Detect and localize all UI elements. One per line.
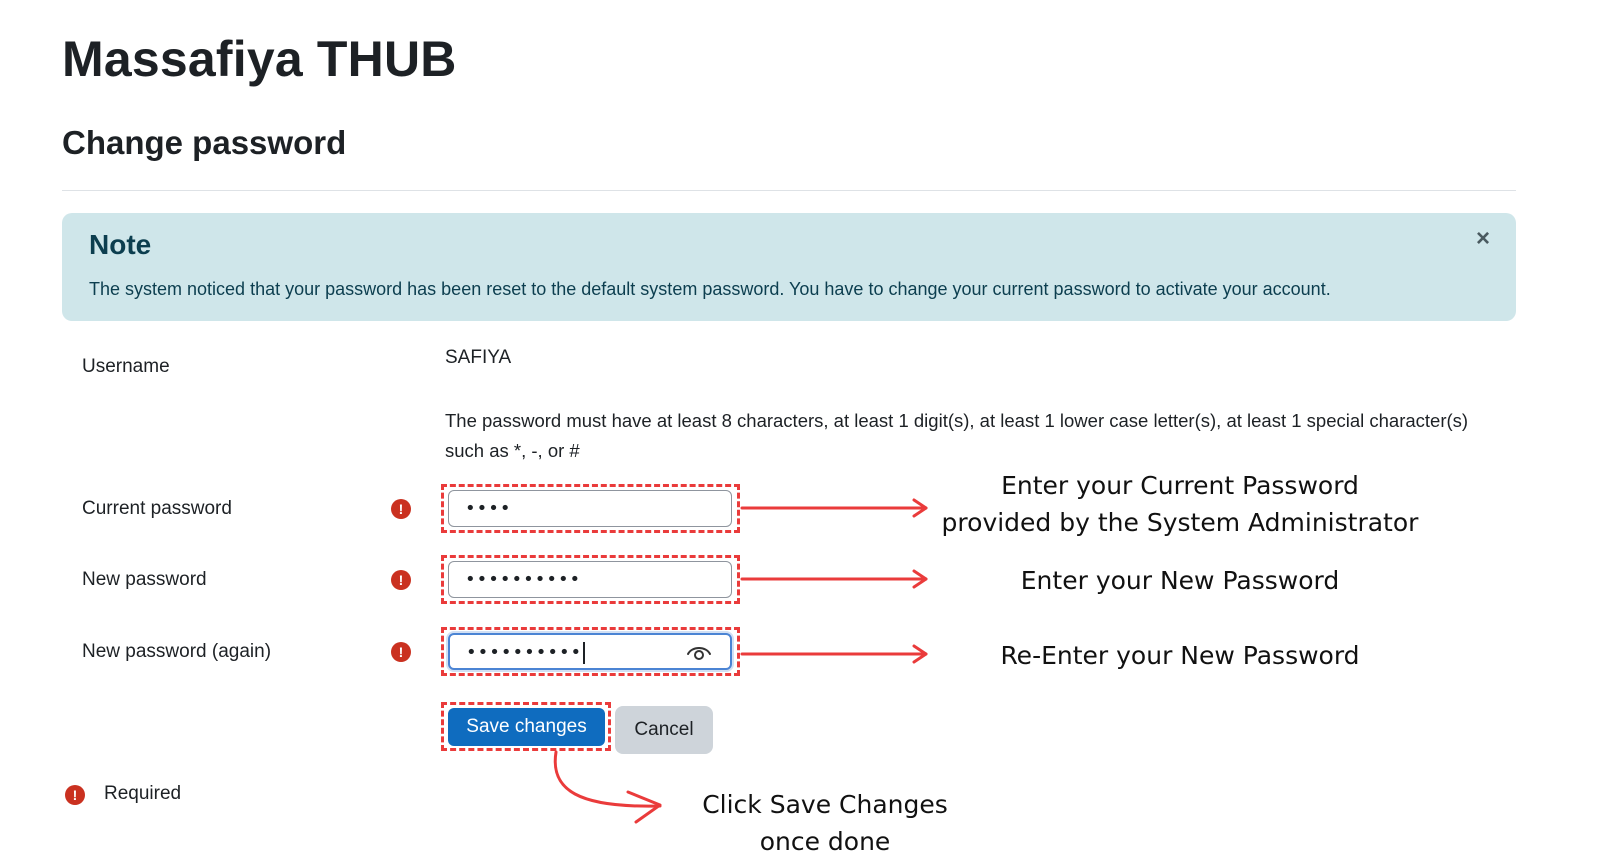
- new-password-again-label: New password (again): [82, 641, 272, 662]
- required-icon: !: [391, 499, 411, 519]
- current-password-value: ••••: [465, 498, 512, 519]
- new-password-value: ••••••••••: [465, 569, 582, 590]
- new-password-again-input[interactable]: ••••••••••: [448, 633, 732, 670]
- annotation-new: Enter your New Password: [1020, 566, 1340, 595]
- annotation-save-line1: Click Save Changes: [702, 790, 948, 819]
- page-heading: Change password: [62, 124, 347, 161]
- arrow-icon: [740, 498, 928, 518]
- annotation-current-line2: provided by the System Administrator: [941, 508, 1419, 537]
- note-message: The system noticed that your password ha…: [89, 279, 1331, 299]
- annotation-current: Enter your Current Password provided by …: [930, 467, 1430, 541]
- site-title: Massafiya THUB: [62, 31, 457, 87]
- new-password-label: New password: [82, 569, 207, 590]
- username-label: Username: [82, 356, 170, 377]
- cancel-button[interactable]: Cancel: [615, 706, 713, 754]
- required-icon: !: [65, 785, 85, 805]
- new-password-input[interactable]: ••••••••••: [448, 561, 732, 598]
- arrow-icon: [553, 750, 662, 824]
- text-caret: [583, 642, 585, 664]
- save-button-highlight: Save changes: [441, 702, 611, 751]
- new-password-again-highlight: ••••••••••: [441, 627, 740, 676]
- eye-icon[interactable]: [686, 643, 712, 663]
- current-password-input[interactable]: ••••: [448, 490, 732, 527]
- close-icon[interactable]: ×: [1476, 227, 1490, 251]
- annotation-save: Click Save Changes once done: [655, 786, 995, 860]
- annotation-again: Re-Enter your New Password: [1000, 641, 1360, 670]
- password-policy: The password must have at least 8 charac…: [445, 410, 1469, 461]
- save-button[interactable]: Save changes: [448, 708, 605, 746]
- current-password-highlight: ••••: [441, 484, 740, 533]
- annotation-current-line1: Enter your Current Password: [1001, 471, 1359, 500]
- annotation-save-line2: once done: [759, 827, 891, 856]
- required-icon: !: [391, 570, 411, 590]
- note-title: Note: [89, 229, 152, 260]
- new-password-highlight: ••••••••••: [441, 555, 740, 604]
- current-password-label: Current password: [82, 498, 232, 519]
- header-divider: [62, 190, 1516, 191]
- arrow-icon: [740, 644, 928, 664]
- required-icon: !: [391, 642, 411, 662]
- required-legend: Required: [104, 783, 182, 804]
- new-password-again-value: ••••••••••: [466, 642, 583, 663]
- username-value: SAFIYA: [445, 347, 512, 368]
- note-alert: Note The system noticed that your passwo…: [62, 213, 1516, 321]
- arrow-icon: [740, 569, 928, 589]
